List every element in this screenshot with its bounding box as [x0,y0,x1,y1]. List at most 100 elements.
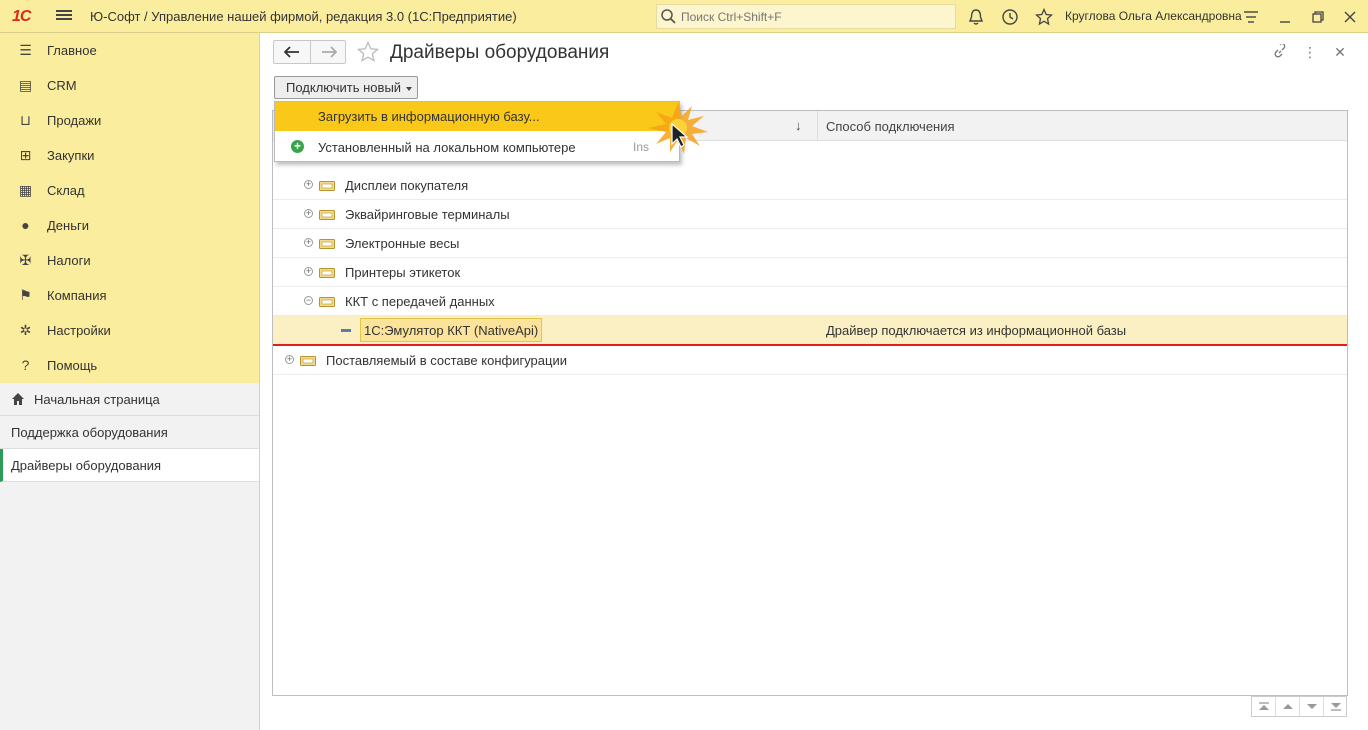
app-title: Ю-Софт / Управление нашей фирмой, редакц… [90,9,517,24]
table-row[interactable]: + Принтеры этикеток [273,258,1347,287]
row-name: ККТ с передачей данных [345,294,495,309]
table-row[interactable]: + Электронные весы [273,229,1347,258]
eagle-icon: ✠ [19,252,32,268]
more-options-icon[interactable]: ⋮ [1302,44,1318,60]
sidebar-item-label: Продажи [47,113,102,128]
column-header-connection[interactable]: Способ подключения [826,119,955,134]
item-marker-icon [341,329,351,332]
folder-icon [300,356,316,366]
drivers-tree-table: ↓ Способ подключения + Дисплеи покупател… [272,110,1348,696]
table-row[interactable]: + Дисплеи покупателя [273,171,1347,200]
prev-page-button[interactable] [1276,697,1300,716]
row-connection: Драйвер подключается из информационной б… [826,323,1127,338]
history-nav [273,40,346,64]
minimize-icon[interactable] [1276,8,1294,26]
sidebar-item-label: Настройки [47,323,111,338]
first-page-button[interactable] [1252,697,1276,716]
sidebar-item-taxes[interactable]: ✠ Налоги [0,243,259,278]
home-page-link[interactable]: Начальная страница [0,383,259,416]
last-page-button[interactable] [1324,697,1348,716]
crm-icon: ▤ [18,77,33,93]
equipment-drivers-label: Драйверы оборудования [11,458,162,473]
app-logo: 1С [12,8,31,25]
cart-icon: ⊞ [19,147,32,163]
arrow-left-icon [284,46,299,58]
mouse-cursor-icon [648,102,708,154]
bell-icon[interactable] [967,8,985,26]
chevron-down-icon [406,87,412,91]
table-row[interactable]: − ККТ с передачей данных [273,287,1347,316]
sidebar-item-help[interactable]: ? Помощь [0,348,259,383]
user-name[interactable]: Круглова Ольга Александровна [1065,9,1242,23]
menu-item-installed-locally[interactable]: + Установленный на локальном компьютере … [275,132,679,161]
folder-icon [319,239,335,249]
history-icon[interactable] [1001,8,1019,26]
search-input[interactable] [679,8,949,25]
row-name: Дисплеи покупателя [345,178,469,193]
sidebar-item-main[interactable]: ☰ Главное [0,33,259,68]
connect-new-label: Подключить новый [286,80,402,95]
back-button[interactable] [274,41,310,63]
sidebar-item-company[interactable]: ⚑ Компания [0,278,259,313]
sidebar-item-money[interactable]: ● Деньги [0,208,259,243]
settings-lines-icon[interactable] [1242,8,1260,26]
sidebar-item-warehouse[interactable]: ▦ Склад [0,173,259,208]
question-icon: ? [21,357,30,373]
sidebar-item-purchases[interactable]: ⊞ Закупки [0,138,259,173]
menu-item-label: Загрузить в информационную базу... [318,109,540,124]
restore-icon[interactable] [1309,8,1327,26]
equipment-drivers-link[interactable]: Драйверы оборудования [0,449,259,482]
row-name: Поставляемый в составе конфигурации [326,353,567,368]
sidebar-item-settings[interactable]: ✲ Настройки [0,313,259,348]
menu-lines-icon: ☰ [19,42,32,58]
next-page-button[interactable] [1300,697,1324,716]
link-icon[interactable] [1272,44,1288,60]
table-row[interactable]: + Эквайринговые терминалы [273,200,1347,229]
forward-button[interactable] [311,41,347,63]
basket-icon: ⊔ [20,112,31,128]
close-window-icon[interactable] [1341,8,1359,26]
sidebar-divider [259,33,260,730]
close-icon[interactable]: ✕ [1332,44,1348,60]
table-row[interactable]: + Поставляемый в составе конфигурации [273,346,1347,375]
favorite-star-icon[interactable] [357,41,379,63]
folder-icon [319,181,335,191]
expand-icon[interactable]: + [285,355,294,364]
page-title: Драйверы оборудования [390,42,610,63]
title-bar: 1С Ю-Софт / Управление нашей фирмой, ред… [0,0,1368,33]
folder-icon [319,268,335,278]
expand-icon[interactable]: + [304,238,313,247]
add-green-icon: + [291,140,304,153]
expand-icon[interactable]: + [304,180,313,189]
connect-new-button[interactable]: Подключить новый [274,76,418,99]
star-icon[interactable] [1035,8,1053,26]
up-icon [1283,704,1293,709]
sidebar-item-crm[interactable]: ▤ CRM [0,68,259,103]
table-row-selected[interactable]: 1С:Эмулятор ККТ (NativeApi) Драйвер подк… [273,316,1347,346]
expand-icon[interactable]: + [304,209,313,218]
sidebar-item-label: Компания [47,288,107,303]
expand-icon[interactable]: + [304,267,313,276]
folder-icon [319,210,335,220]
to-top-icon [1259,702,1269,710]
sidebar-item-label: Деньги [47,218,89,233]
connect-new-dropdown: Загрузить в информационную базу... + Уст… [274,101,680,162]
menu-item-load-to-infobase[interactable]: Загрузить в информационную базу... [275,102,679,131]
home-icon [12,393,24,405]
row-name: Принтеры этикеток [345,265,461,280]
down-icon [1307,704,1317,709]
equipment-support-link[interactable]: Поддержка оборудования [0,416,259,449]
folder-icon [319,297,335,307]
sidebar-item-sales[interactable]: ⊔ Продажи [0,103,259,138]
menu-item-label: Установленный на локальном компьютере [318,140,576,155]
coin-icon: ● [21,217,30,233]
hamburger-menu-icon[interactable] [56,8,72,24]
equipment-support-label: Поддержка оборудования [11,425,168,440]
search-box[interactable] [656,4,956,29]
collapse-icon[interactable]: − [304,296,313,305]
row-name[interactable]: 1С:Эмулятор ККТ (NativeApi) [360,318,543,342]
to-bottom-icon [1331,703,1341,711]
sort-indicator: ↓ [795,118,802,133]
search-icon [661,9,676,24]
sidebar-item-label: Склад [47,183,85,198]
